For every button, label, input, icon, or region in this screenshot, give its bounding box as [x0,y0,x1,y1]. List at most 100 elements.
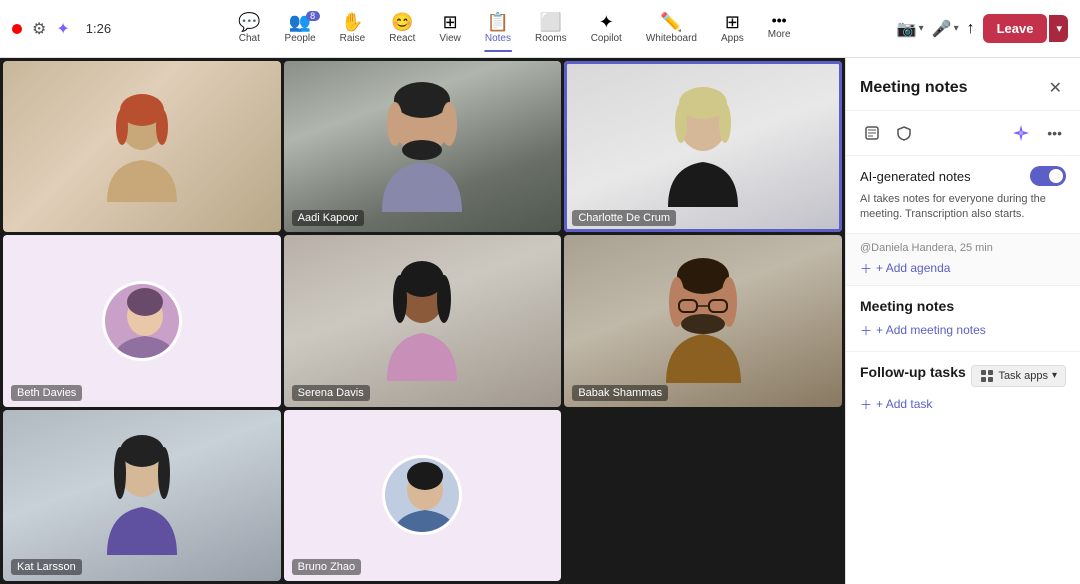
meeting-notes-section: Meeting notes ＋ + Add meeting notes [846,286,1080,352]
nav-view[interactable]: ⊞ View [429,9,471,48]
nav-bar: 💬 Chat 👥 People 8 ✋ Raise 😊 React ⊞ View… [132,9,897,48]
react-icon: 😊 [391,13,413,31]
ai-notes-section: AI-generated notes AI takes notes for ev… [846,156,1080,234]
leave-button[interactable]: Leave [983,14,1048,43]
share-icon: ↑ [967,20,975,38]
video-cell-charlotte: Charlotte De Crum [564,61,842,232]
react-label: React [389,33,415,44]
apps-label: Apps [721,33,744,44]
panel-header: Meeting notes ✕ [846,58,1080,111]
add-agenda-label: + Add agenda [876,261,950,275]
apps-icon: ⊞ [725,13,740,31]
copilot-label: Copilot [591,33,622,44]
add-notes-label: + Add meeting notes [876,323,986,337]
bruno-avatar-img [385,458,462,535]
sparkle-icon[interactable]: ✦ [56,19,69,39]
record-indicator [12,24,22,34]
nav-people[interactable]: 👥 People 8 [275,9,326,48]
notes-view-icon [864,125,880,141]
notes-label: Notes [485,33,511,44]
camera-icon: 📷 [897,19,917,39]
video-cell-babak: Babak Shammas [564,235,842,406]
panel-close-button[interactable]: ✕ [1045,74,1066,102]
nav-notes[interactable]: 📋 Notes [475,9,521,48]
chat-label: Chat [239,33,260,44]
video-cell-empty [564,410,842,581]
nav-copilot[interactable]: ✦ Copilot [581,9,632,48]
add-meeting-notes-button[interactable]: ＋ + Add meeting notes [860,322,986,339]
mic-control[interactable]: 🎤 ▾ [932,19,959,39]
add-task-label: + Add task [876,397,932,411]
topbar-right: 📷 ▾ 🎤 ▾ ↑ Leave ▾ [897,14,1068,43]
participant-name-charlotte: Charlotte De Crum [572,210,676,226]
people-badge: 8 [306,11,320,21]
participant-name-babak: Babak Shammas [572,385,668,401]
nav-chat[interactable]: 💬 Chat [228,9,270,48]
task-apps-button[interactable]: Task apps ▾ [971,365,1066,387]
nav-rooms[interactable]: ⬜ Rooms [525,9,577,48]
ai-notes-label: AI-generated notes [860,169,971,184]
whiteboard-icon: ✏️ [660,13,682,31]
raise-label: Raise [340,33,366,44]
beth-avatar [102,281,182,361]
video-cell-serena: Serena Davis [284,235,562,406]
participant-name-kat: Kat Larsson [11,559,82,575]
settings-icon[interactable]: ⚙ [32,19,46,39]
babak-silhouette [661,258,746,383]
task-apps-icon [980,369,994,383]
camera-control[interactable]: 📷 ▾ [897,19,924,39]
aadi-silhouette [377,82,467,212]
leave-chevron-button[interactable]: ▾ [1049,15,1068,42]
more-icon: ••• [772,13,787,27]
followup-title: Follow-up tasks [860,364,966,380]
nav-apps[interactable]: ⊞ Apps [711,9,754,48]
camera-chevron[interactable]: ▾ [919,23,924,34]
shield-button[interactable] [892,121,916,145]
topbar-left: ⚙ ✦ 1:26 [12,19,132,39]
video-cell-bruno: Bruno Zhao [284,410,562,581]
main-content: Aadi Kapoor Charlotte De Crum [0,58,1080,584]
share-control[interactable]: ↑ [967,20,975,38]
participant-name-beth: Beth Davies [11,385,82,401]
nav-react[interactable]: 😊 React [379,9,425,48]
shield-icon [896,125,912,141]
add-agenda-button[interactable]: ＋ + Add agenda [860,260,950,277]
notes-icon: 📋 [487,13,509,31]
video-cell-aadi: Aadi Kapoor [284,61,562,232]
nav-more[interactable]: ••• More [758,9,801,44]
task-apps-chevron: ▾ [1052,370,1057,381]
raise-icon: ✋ [341,13,363,31]
ai-sparkle-icon [1011,123,1031,143]
participant-name-serena: Serena Davis [292,385,370,401]
ai-notes-header: AI-generated notes [860,166,1066,186]
add-task-plus-icon: ＋ [860,396,872,413]
mic-chevron[interactable]: ▾ [954,23,959,34]
nav-whiteboard[interactable]: ✏️ Whiteboard [636,9,707,48]
mic-icon: 🎤 [932,19,952,39]
panel-title: Meeting notes [860,79,968,97]
more-options-button[interactable]: ••• [1043,121,1066,145]
ai-sparkle-button[interactable] [1007,119,1035,147]
copilot-icon: ✦ [599,13,614,31]
participant-name-bruno: Bruno Zhao [292,559,361,575]
video-cell-beth: Beth Davies [3,235,281,406]
rooms-label: Rooms [535,33,567,44]
more-options-icon: ••• [1047,125,1062,141]
topbar: ⚙ ✦ 1:26 💬 Chat 👥 People 8 ✋ Raise 😊 Rea… [0,0,1080,58]
beth-avatar-img [105,284,182,361]
add-notes-plus-icon: ＋ [860,322,872,339]
rooms-icon: ⬜ [540,13,562,31]
add-task-button[interactable]: ＋ + Add task [860,396,932,413]
more-label: More [768,29,791,40]
call-timer: 1:26 [86,21,111,36]
meeting-notes-title: Meeting notes [860,298,1066,314]
video-cell-kat: Kat Larsson [3,410,281,581]
nav-raise[interactable]: ✋ Raise [330,9,376,48]
ai-notes-toggle[interactable] [1030,166,1066,186]
add-agenda-plus-icon: ＋ [860,260,872,277]
agenda-section: @Daniela Handera, 25 min ＋ + Add agenda [846,234,1080,286]
right-panel: Meeting notes ✕ [845,58,1080,584]
notes-view-button[interactable] [860,121,884,145]
panel-icon-row: ••• [846,111,1080,156]
people-label: People [285,33,316,44]
